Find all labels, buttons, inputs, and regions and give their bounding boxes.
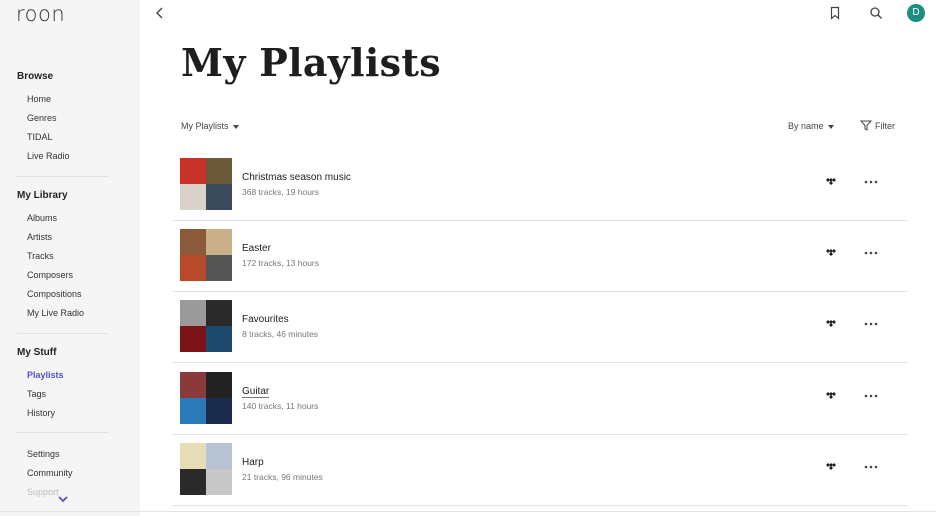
playlist-row[interactable]: Christmas season music 368 tracks, 19 hou… bbox=[172, 150, 908, 221]
album-cover-thumbnail bbox=[206, 326, 232, 352]
more-options-icon[interactable] bbox=[862, 177, 880, 187]
album-cover-thumbnail bbox=[180, 158, 206, 184]
filter-funnel-icon bbox=[860, 120, 872, 131]
album-cover-thumbnail bbox=[180, 229, 206, 255]
dropdown-label: My Playlists bbox=[181, 121, 229, 131]
more-options-icon[interactable] bbox=[862, 391, 880, 401]
divider bbox=[17, 333, 109, 334]
row-divider bbox=[172, 505, 908, 506]
sidebar-item-settings[interactable]: Settings bbox=[27, 449, 60, 459]
sidebar-item-live-radio[interactable]: Live Radio bbox=[27, 151, 70, 161]
playlist-meta: 172 tracks, 13 hours bbox=[242, 258, 320, 268]
playlist-name[interactable]: Christmas season music bbox=[242, 172, 351, 183]
caret-down-icon bbox=[232, 124, 239, 129]
row-divider bbox=[172, 362, 908, 363]
search-icon[interactable] bbox=[869, 6, 883, 20]
playlist-row[interactable]: Harp 21 tracks, 96 minutes bbox=[172, 435, 908, 506]
sidebar: roon Browse Home Genres TIDAL Live Radio… bbox=[0, 0, 140, 516]
sidebar-item-support[interactable]: Support bbox=[27, 487, 59, 497]
sidebar-item-playlists[interactable]: Playlists bbox=[27, 370, 64, 380]
playlist-artwork bbox=[180, 158, 232, 210]
sidebar-item-tracks[interactable]: Tracks bbox=[27, 251, 54, 261]
bottom-border bbox=[0, 511, 936, 512]
divider bbox=[17, 432, 109, 433]
sidebar-item-tidal[interactable]: TIDAL bbox=[27, 132, 53, 142]
album-cover-thumbnail bbox=[180, 398, 206, 424]
album-cover-thumbnail bbox=[180, 372, 206, 398]
album-cover-thumbnail bbox=[180, 255, 206, 281]
section-title-my-library: My Library bbox=[17, 190, 68, 201]
album-cover-thumbnail bbox=[180, 469, 206, 495]
more-options-icon[interactable] bbox=[862, 462, 880, 472]
playlist-meta: 140 tracks, 11 hours bbox=[242, 401, 319, 411]
tidal-icon bbox=[826, 463, 836, 470]
playlist-row[interactable]: Favourites 8 tracks, 46 minutes bbox=[172, 292, 908, 363]
album-cover-thumbnail bbox=[180, 443, 206, 469]
sidebar-item-artists[interactable]: Artists bbox=[27, 232, 52, 242]
roon-logo: roon bbox=[16, 2, 66, 26]
tidal-icon bbox=[826, 392, 836, 399]
album-cover-thumbnail bbox=[206, 300, 232, 326]
caret-down-icon bbox=[827, 124, 834, 129]
playlist-artwork bbox=[180, 372, 232, 424]
album-cover-thumbnail bbox=[180, 184, 206, 210]
page-title: My Playlists bbox=[181, 40, 441, 85]
sidebar-item-tags[interactable]: Tags bbox=[27, 389, 46, 399]
album-cover-thumbnail bbox=[206, 372, 232, 398]
user-avatar[interactable]: D bbox=[907, 4, 925, 22]
section-title-my-stuff: My Stuff bbox=[17, 347, 57, 358]
playlist-filter-dropdown[interactable]: My Playlists bbox=[181, 121, 239, 131]
playlist-meta: 21 tracks, 96 minutes bbox=[242, 472, 323, 482]
bookmark-icon[interactable] bbox=[828, 6, 842, 20]
album-cover-thumbnail bbox=[206, 469, 232, 495]
sidebar-item-my-live-radio[interactable]: My Live Radio bbox=[27, 308, 84, 318]
playlist-row[interactable]: Easter 172 tracks, 13 hours bbox=[172, 221, 908, 292]
playlist-artwork bbox=[180, 443, 232, 495]
sidebar-item-home[interactable]: Home bbox=[27, 94, 51, 104]
divider bbox=[17, 176, 109, 177]
album-cover-thumbnail bbox=[180, 300, 206, 326]
more-options-icon[interactable] bbox=[862, 319, 880, 329]
album-cover-thumbnail bbox=[206, 184, 232, 210]
playlist-name[interactable]: Favourites bbox=[242, 314, 289, 325]
playlist-name[interactable]: Harp bbox=[242, 457, 264, 468]
album-cover-thumbnail bbox=[206, 255, 232, 281]
sidebar-item-community[interactable]: Community bbox=[27, 468, 73, 478]
filter-label: Filter bbox=[875, 120, 895, 131]
playlist-name[interactable]: Guitar bbox=[242, 386, 270, 398]
playlist-row[interactable]: Guitar 140 tracks, 11 hours bbox=[172, 364, 908, 435]
album-cover-thumbnail bbox=[206, 158, 232, 184]
playlist-name[interactable]: Easter bbox=[242, 243, 271, 254]
more-options-icon[interactable] bbox=[862, 248, 880, 258]
sort-label: By name bbox=[788, 121, 824, 131]
sidebar-item-composers[interactable]: Composers bbox=[27, 270, 73, 280]
sort-dropdown[interactable]: By name bbox=[788, 121, 834, 131]
album-cover-thumbnail bbox=[206, 229, 232, 255]
sidebar-item-history[interactable]: History bbox=[27, 408, 55, 418]
playlist-meta: 8 tracks, 46 minutes bbox=[242, 329, 319, 339]
sidebar-item-albums[interactable]: Albums bbox=[27, 213, 57, 223]
album-cover-thumbnail bbox=[180, 326, 206, 352]
sidebar-item-compositions[interactable]: Compositions bbox=[27, 289, 82, 299]
sidebar-item-genres[interactable]: Genres bbox=[27, 113, 57, 123]
section-title-browse: Browse bbox=[17, 71, 54, 82]
tidal-icon bbox=[826, 249, 836, 256]
tidal-icon bbox=[826, 178, 836, 185]
album-cover-thumbnail bbox=[206, 398, 232, 424]
chevron-down-icon[interactable] bbox=[57, 495, 69, 503]
playlist-artwork bbox=[180, 300, 232, 352]
album-cover-thumbnail bbox=[206, 443, 232, 469]
tidal-icon bbox=[826, 320, 836, 327]
playlist-meta: 368 tracks, 19 hours bbox=[242, 187, 320, 197]
back-chevron-left-icon[interactable] bbox=[153, 6, 167, 20]
playlist-artwork bbox=[180, 229, 232, 281]
filter-button[interactable]: Filter bbox=[860, 120, 895, 131]
